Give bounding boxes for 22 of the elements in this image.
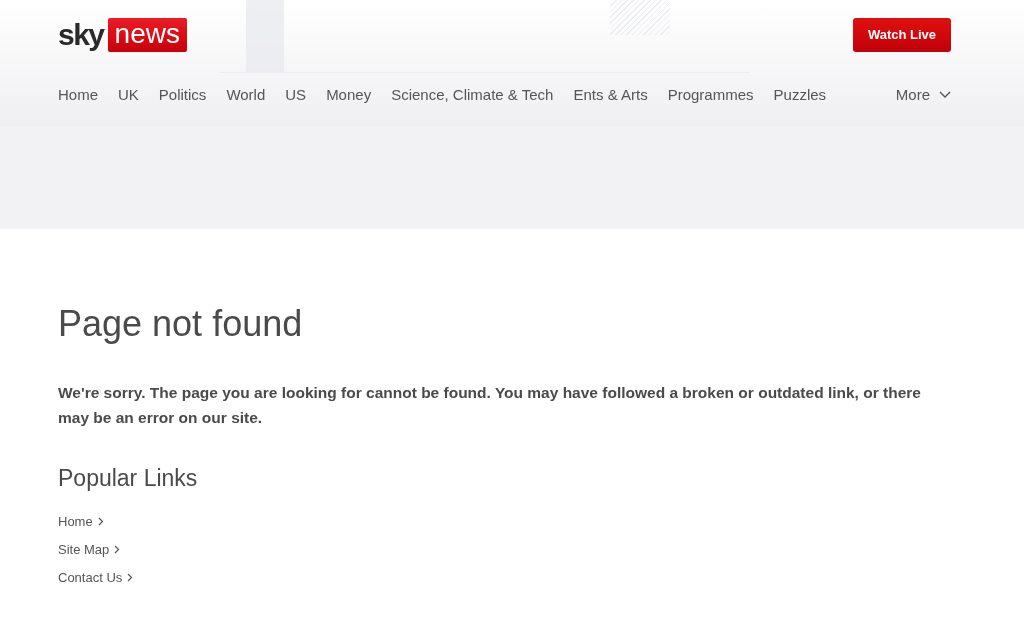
popular-link[interactable]: Site Map [58,535,121,563]
popular-link[interactable]: Home [58,507,104,535]
nav-link[interactable]: Money [326,86,372,103]
chevron-right-icon [97,516,104,526]
nav-link[interactable]: UK [118,86,139,103]
chevron-down-icon [939,90,951,99]
chevron-right-icon [114,544,121,554]
nav-link[interactable]: Puzzles [773,86,827,103]
more-menu[interactable]: More [895,86,951,103]
nav-link[interactable]: World [226,86,266,103]
watch-live-button[interactable]: Watch Live [853,17,951,52]
popular-link[interactable]: Contact Us [58,563,134,591]
nav-link[interactable]: Home [58,86,98,103]
page-title: Page not found [58,302,304,346]
nav-link[interactable]: US [285,86,307,103]
nav-link[interactable]: Ents & Arts [573,86,648,103]
nav-link[interactable]: Politics [158,86,207,103]
nav-link[interactable]: Science, Climate & Tech [391,86,554,103]
nav-link[interactable]: Programmes [667,86,754,103]
chevron-right-icon [127,572,134,582]
section-heading: Popular Links [58,464,199,493]
error-message: We're sorry. The page you are looking for cannot be found. You may have followed a broken or outdated link, or there may be an error on our site. [58,383,922,428]
